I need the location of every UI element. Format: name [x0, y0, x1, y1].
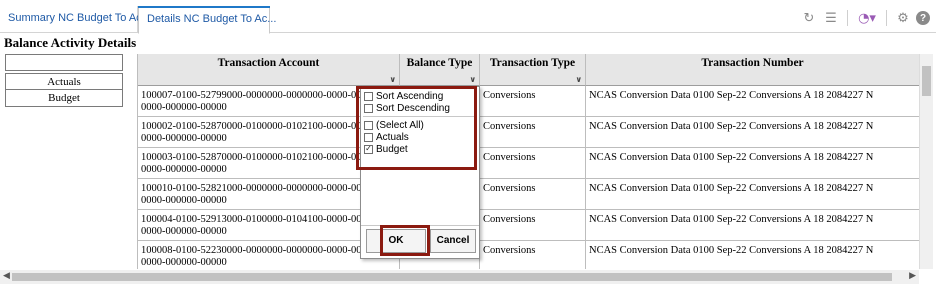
gear-icon[interactable]: ⚙: [894, 9, 912, 27]
help-icon[interactable]: ?: [916, 11, 930, 25]
chevron-down-icon[interactable]: ∨: [576, 75, 583, 84]
summary-row-actuals: Actuals: [5, 73, 123, 90]
vertical-scrollbar[interactable]: [919, 54, 933, 269]
balance-type-summary-table: Actuals Budget: [5, 54, 123, 107]
transactions-grid: Transaction Account ∨ Balance Type ∨ Tra…: [137, 54, 919, 269]
column-header-transaction-type[interactable]: Transaction Type ∨: [480, 54, 586, 86]
chevron-down-icon[interactable]: ∨: [390, 75, 397, 84]
horizontal-scrollbar-thumb[interactable]: [12, 273, 892, 281]
cell-transaction-number: NCAS Conversion Data 0100 Sep-22 Convers…: [586, 86, 919, 117]
table-row[interactable]: 100004-0100-52913000-0100000-0104100-000…: [138, 210, 919, 241]
query-dropdown-icon[interactable]: ◔▾: [855, 9, 879, 27]
cell-transaction-number: NCAS Conversion Data 0100 Sep-22 Convers…: [586, 117, 919, 148]
table-row[interactable]: 100003-0100-52870000-0100000-0102100-000…: [138, 148, 919, 179]
scroll-right-icon[interactable]: ▶: [909, 271, 916, 281]
list-icon[interactable]: ☰: [822, 9, 840, 27]
cell-transaction-type: Conversions: [480, 241, 586, 269]
tab-summary-nc-budget[interactable]: Summary NC Budget To Ac...: [0, 6, 151, 33]
cell-transaction-type: Conversions: [480, 117, 586, 148]
highlight-frame: [356, 86, 477, 170]
highlight-frame: [380, 225, 430, 256]
toolbar-separator: [886, 10, 887, 26]
summary-header-cell: [5, 54, 123, 71]
vertical-scrollbar-thumb[interactable]: [922, 66, 931, 96]
table-row[interactable]: 100007-0100-52799000-0000000-0000000-000…: [138, 86, 919, 117]
cell-transaction-type: Conversions: [480, 179, 586, 210]
tab-details-nc-budget[interactable]: Details NC Budget To Ac...: [138, 6, 276, 34]
cell-transaction-type: Conversions: [480, 210, 586, 241]
page-title: Balance Activity Details: [4, 35, 137, 50]
toolbar: ↻ ☰ ◔▾ ⚙ ?: [800, 9, 930, 27]
toolbar-separator: [847, 10, 848, 26]
table-row[interactable]: 100010-0100-52821000-0000000-0000000-000…: [138, 179, 919, 210]
cell-transaction-number: NCAS Conversion Data 0100 Sep-22 Convers…: [586, 241, 919, 269]
table-row[interactable]: 100008-0100-52230000-0000000-0000000-000…: [138, 241, 919, 269]
cell-transaction-number: NCAS Conversion Data 0100 Sep-22 Convers…: [586, 148, 919, 179]
cell-transaction-number: NCAS Conversion Data 0100 Sep-22 Convers…: [586, 179, 919, 210]
scroll-left-icon[interactable]: ◀: [3, 271, 10, 281]
cell-transaction-type: Conversions: [480, 148, 586, 179]
column-header-label: Transaction Account: [217, 57, 320, 69]
cell-transaction-number: NCAS Conversion Data 0100 Sep-22 Convers…: [586, 210, 919, 241]
refresh-icon[interactable]: ↻: [800, 9, 818, 27]
column-header-label: Transaction Type: [489, 57, 576, 69]
summary-row-budget: Budget: [5, 90, 123, 107]
table-row[interactable]: 100002-0100-52870000-0100000-0102100-000…: [138, 117, 919, 148]
cancel-button[interactable]: Cancel: [430, 229, 476, 253]
column-header-transaction-number[interactable]: Transaction Number: [586, 54, 919, 86]
horizontal-scrollbar[interactable]: ◀ ▶: [0, 270, 919, 284]
tab-bar: Summary NC Budget To Ac... Details NC Bu…: [0, 0, 936, 34]
cell-transaction-type: Conversions: [480, 86, 586, 117]
chevron-down-icon[interactable]: ∨: [470, 75, 477, 84]
column-header-transaction-account[interactable]: Transaction Account ∨: [138, 54, 400, 86]
column-header-label: Balance Type: [406, 57, 473, 69]
column-header-balance-type[interactable]: Balance Type ∨: [400, 54, 480, 86]
column-header-label: Transaction Number: [701, 57, 804, 69]
